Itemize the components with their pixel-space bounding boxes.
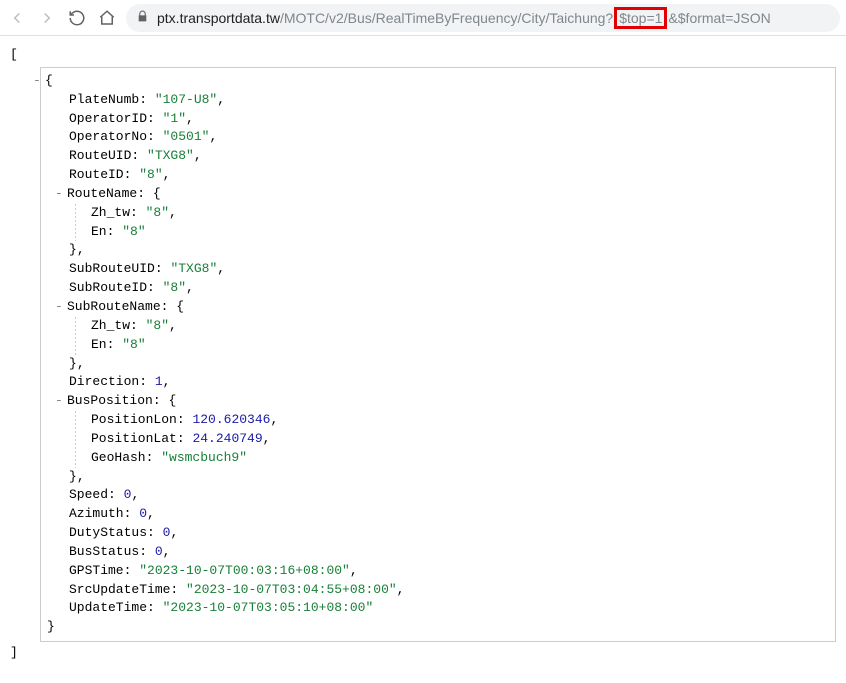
- json-row: Speed: 0,: [47, 486, 829, 505]
- json-viewer: [ -{ PlateNumb: "107-U8", OperatorID: "1…: [0, 36, 846, 683]
- json-row: Direction: 1,: [47, 373, 829, 392]
- array-close-bracket: ]: [10, 645, 18, 660]
- json-row: SubRouteID: "8",: [47, 279, 829, 298]
- json-row: SubRouteUID: "TXG8",: [47, 260, 829, 279]
- json-row: OperatorID: "1",: [47, 110, 829, 129]
- collapse-toggle[interactable]: -: [55, 392, 67, 411]
- json-nested: Zh_tw: "8", En: "8": [47, 204, 829, 242]
- json-row: -SubRouteName: {: [47, 298, 829, 317]
- json-row: DutyStatus: 0,: [47, 524, 829, 543]
- json-row: -BusPosition: {: [47, 392, 829, 411]
- json-row: -RouteName: {: [47, 185, 829, 204]
- json-row: RouteUID: "TXG8",: [47, 147, 829, 166]
- url-host: ptx.transportdata.tw: [157, 10, 280, 26]
- url-highlight-box: $top=1: [614, 7, 667, 29]
- array-open-bracket: [: [10, 47, 18, 62]
- json-object-block: -{ PlateNumb: "107-U8", OperatorID: "1",…: [40, 67, 836, 642]
- json-row: },: [47, 355, 829, 374]
- home-button[interactable]: [96, 7, 118, 29]
- json-nested: PositionLon: 120.620346, PositionLat: 24…: [47, 411, 829, 468]
- collapse-toggle[interactable]: -: [55, 298, 67, 317]
- json-row: RouteID: "8",: [47, 166, 829, 185]
- address-bar[interactable]: ptx.transportdata.tw/MOTC/v2/Bus/RealTim…: [126, 4, 840, 32]
- forward-button[interactable]: [36, 7, 58, 29]
- collapse-toggle[interactable]: -: [55, 185, 67, 204]
- json-row: },: [47, 241, 829, 260]
- url-text: ptx.transportdata.tw/MOTC/v2/Bus/RealTim…: [157, 7, 771, 29]
- url-path-before: /MOTC/v2/Bus/RealTimeByFrequency/City/Ta…: [280, 10, 613, 26]
- reload-button[interactable]: [66, 7, 88, 29]
- json-row: BusStatus: 0,: [47, 543, 829, 562]
- json-nested: Zh_tw: "8", En: "8": [47, 317, 829, 355]
- browser-toolbar: ptx.transportdata.tw/MOTC/v2/Bus/RealTim…: [0, 0, 846, 36]
- json-row: Azimuth: 0,: [47, 505, 829, 524]
- lock-icon: [136, 10, 149, 26]
- back-button[interactable]: [6, 7, 28, 29]
- json-row: PlateNumb: "107-U8",: [47, 91, 829, 110]
- json-row: OperatorNo: "0501",: [47, 128, 829, 147]
- json-row: SrcUpdateTime: "2023-10-07T03:04:55+08:0…: [47, 581, 829, 600]
- json-row: GPSTime: "2023-10-07T00:03:16+08:00",: [47, 562, 829, 581]
- json-row: },: [47, 468, 829, 487]
- collapse-toggle[interactable]: -: [33, 72, 45, 91]
- json-row: UpdateTime: "2023-10-07T03:05:10+08:00": [47, 599, 829, 618]
- url-path-after: &$format=JSON: [668, 10, 770, 26]
